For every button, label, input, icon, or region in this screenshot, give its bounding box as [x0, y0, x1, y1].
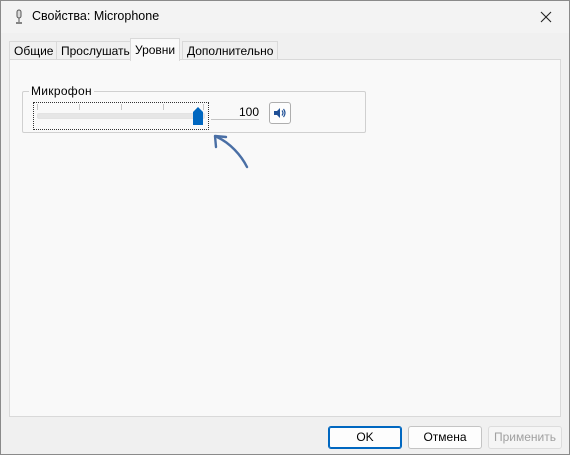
- slider-thumb[interactable]: [191, 106, 205, 126]
- tab-advanced[interactable]: Дополнительно: [182, 41, 279, 60]
- speaker-icon: [274, 108, 286, 118]
- mute-button[interactable]: [269, 102, 291, 124]
- title-bar: Свойства: Microphone: [1, 1, 569, 33]
- tab-listen[interactable]: Прослушать: [56, 41, 135, 60]
- properties-dialog: Свойства: Microphone Общие Прослушать Ур…: [0, 0, 570, 455]
- slider-tick: [37, 104, 38, 110]
- apply-button[interactable]: Применить: [488, 426, 562, 449]
- tab-general[interactable]: Общие: [9, 41, 59, 60]
- slider-tick: [79, 104, 80, 110]
- level-value[interactable]: 100: [211, 105, 259, 120]
- tab-levels[interactable]: Уровни: [130, 38, 181, 61]
- close-icon: [540, 11, 552, 23]
- levels-panel: Микрофон 100: [9, 59, 561, 417]
- group-label: Микрофон: [29, 84, 94, 98]
- slider-tick: [163, 104, 164, 110]
- annotation-arrow-icon: [213, 134, 249, 169]
- microphone-icon: [16, 9, 22, 24]
- slider-track: [37, 113, 205, 119]
- cancel-button[interactable]: Отмена: [408, 426, 482, 449]
- close-button[interactable]: [523, 1, 569, 33]
- window-title: Свойства: Microphone: [32, 9, 160, 23]
- volume-slider[interactable]: [33, 102, 209, 130]
- microphone-level-group: Микрофон 100: [22, 84, 366, 133]
- ok-button[interactable]: OK: [328, 426, 402, 449]
- slider-tick: [121, 104, 122, 110]
